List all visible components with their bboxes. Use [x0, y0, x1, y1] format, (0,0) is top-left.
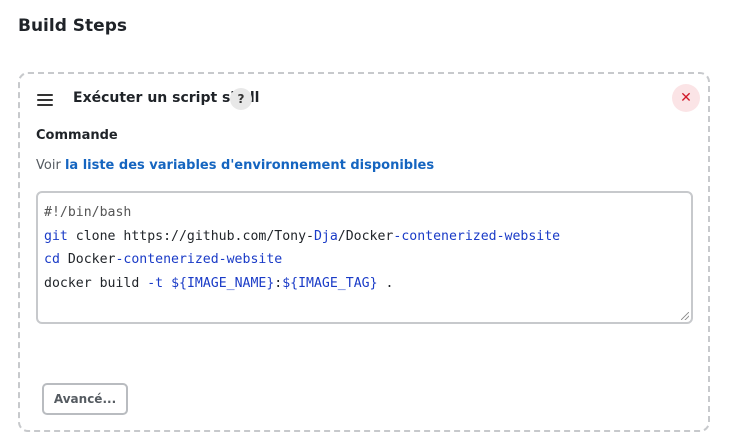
code-token: cd [44, 252, 60, 267]
code-token: . [377, 275, 394, 291]
code-token: docker build [44, 275, 148, 291]
drag-handle-icon[interactable] [37, 94, 53, 106]
code-token: Dja [313, 228, 338, 244]
code-token: clone https://github.com/Tony- [67, 228, 314, 244]
code-token: ${IMAGE_TAG} [282, 275, 378, 291]
advanced-button[interactable]: Avancé... [42, 383, 128, 415]
code-token: git [44, 228, 68, 244]
help-icon[interactable]: ? [230, 88, 252, 110]
command-label: Commande [36, 128, 118, 143]
code-token: -contenerized-website [115, 252, 283, 267]
code-token: -contenerized-website [393, 228, 561, 244]
code-token: /Docker [337, 228, 394, 244]
build-step-card: Exécuter un script shell ? ✕ Commande Vo… [18, 72, 710, 432]
env-vars-help: Voir la liste des variables d'environnem… [36, 158, 434, 173]
resize-grip-icon[interactable] [681, 312, 689, 320]
command-textarea[interactable]: #!/bin/bash git clone https://github.com/… [36, 191, 693, 324]
code-line: cd Docker-contenerized-website [44, 248, 685, 272]
close-icon[interactable]: ✕ [672, 84, 700, 112]
code-line: git clone https://github.com/Tony-Dja/Do… [44, 225, 685, 249]
code-token: ${IMAGE_NAME} [171, 275, 275, 291]
code-line: #!/bin/bash [44, 201, 685, 225]
code-token: Docker [59, 252, 116, 267]
env-vars-link[interactable]: la liste des variables d'environnement d… [65, 158, 434, 173]
page-title: Build Steps [18, 16, 127, 36]
code-token: -t [147, 275, 164, 291]
help-prefix: Voir [36, 158, 61, 173]
code-token: #!/bin/bash [44, 205, 132, 220]
code-line: docker build -t ${IMAGE_NAME}:${IMAGE_TA… [44, 272, 685, 296]
